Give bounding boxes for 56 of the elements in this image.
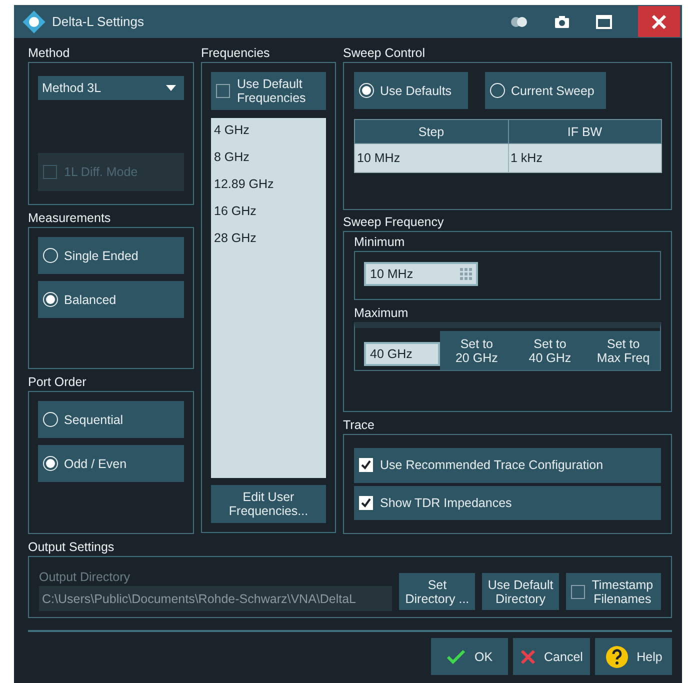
check-icon <box>360 459 372 472</box>
list-item[interactable]: 12.89 GHz <box>214 176 323 191</box>
default-frequencies-checkbox[interactable]: Use Default Frequencies <box>211 72 326 110</box>
radio-button[interactable]: Sequential <box>38 401 184 438</box>
table-cell[interactable]: 10 MHz <box>354 144 508 172</box>
group-title: Trace <box>343 418 376 432</box>
directory-button[interactable]: Use Default Directory <box>482 573 559 610</box>
keypad-icon <box>460 268 472 280</box>
group-title: Port Order <box>28 375 88 389</box>
radio-button[interactable]: Odd / Even <box>38 445 184 482</box>
help-button[interactable]: Help <box>595 638 672 675</box>
column-header: Step <box>354 120 508 144</box>
field-label: Output Directory <box>39 570 132 584</box>
list-item[interactable]: 28 GHz <box>214 230 323 245</box>
group-title: Method <box>28 46 71 60</box>
method-dropdown[interactable]: Method 3L <box>38 76 184 100</box>
field-label: Minimum <box>354 235 406 249</box>
checkbox[interactable]: Show TDR Impedances <box>354 486 661 520</box>
group-title: Frequencies <box>201 46 271 60</box>
cancel-button[interactable]: Cancel <box>513 638 590 675</box>
directory-button[interactable]: Set Directory ... <box>399 573 476 610</box>
list-item[interactable]: 8 GHz <box>214 150 323 164</box>
field-label: Maximum <box>354 306 410 320</box>
timestamp-checkbox[interactable]: Timestamp Filenames <box>566 573 661 610</box>
maximize-icon[interactable] <box>596 14 612 28</box>
check-icon <box>446 648 466 664</box>
column-header: IF BW <box>508 120 662 144</box>
window-title: Delta-L Settings <box>52 14 144 29</box>
close-icon <box>652 14 666 28</box>
help-icon <box>604 644 629 668</box>
group-title: Sweep Control <box>343 46 426 60</box>
radio-button[interactable]: Balanced <box>38 281 184 318</box>
preset-button[interactable]: Set to 20 GHz <box>440 331 514 370</box>
list-item[interactable]: 4 GHz <box>214 122 323 137</box>
checkbox[interactable]: Use Recommended Trace Configuration <box>354 448 661 482</box>
ok-button[interactable]: OK <box>431 638 508 675</box>
group-title: Output Settings <box>28 540 116 554</box>
camera-icon[interactable] <box>554 16 570 28</box>
toggle-icon[interactable] <box>510 16 528 28</box>
edit-frequencies-button[interactable]: Edit User Frequencies... <box>211 485 326 523</box>
radio-button[interactable]: Current Sweep <box>485 72 606 109</box>
close-button[interactable] <box>638 6 680 37</box>
list-item[interactable]: 16 GHz <box>214 204 323 218</box>
cross-icon <box>520 648 536 664</box>
caret-icon <box>166 85 176 91</box>
maximum-field[interactable]: 40 GHz <box>364 342 440 366</box>
table-cell[interactable]: 1 kHz <box>508 144 662 172</box>
group-title: Sweep Frequency <box>343 215 445 229</box>
minimum-field[interactable]: 10 MHz <box>364 262 478 286</box>
check-icon <box>360 496 372 509</box>
directory-field[interactable]: C:\Users\Public\Documents\Rohde-Schwarz\VNA\DeltaL <box>39 586 392 611</box>
group-title: Measurements <box>28 211 112 225</box>
radio-button[interactable]: Use Defaults <box>354 72 468 109</box>
preset-button[interactable]: Set to Max Freq <box>586 331 660 370</box>
preset-button[interactable]: Set to 40 GHz <box>513 331 587 370</box>
radio-button[interactable]: Single Ended <box>38 237 184 274</box>
